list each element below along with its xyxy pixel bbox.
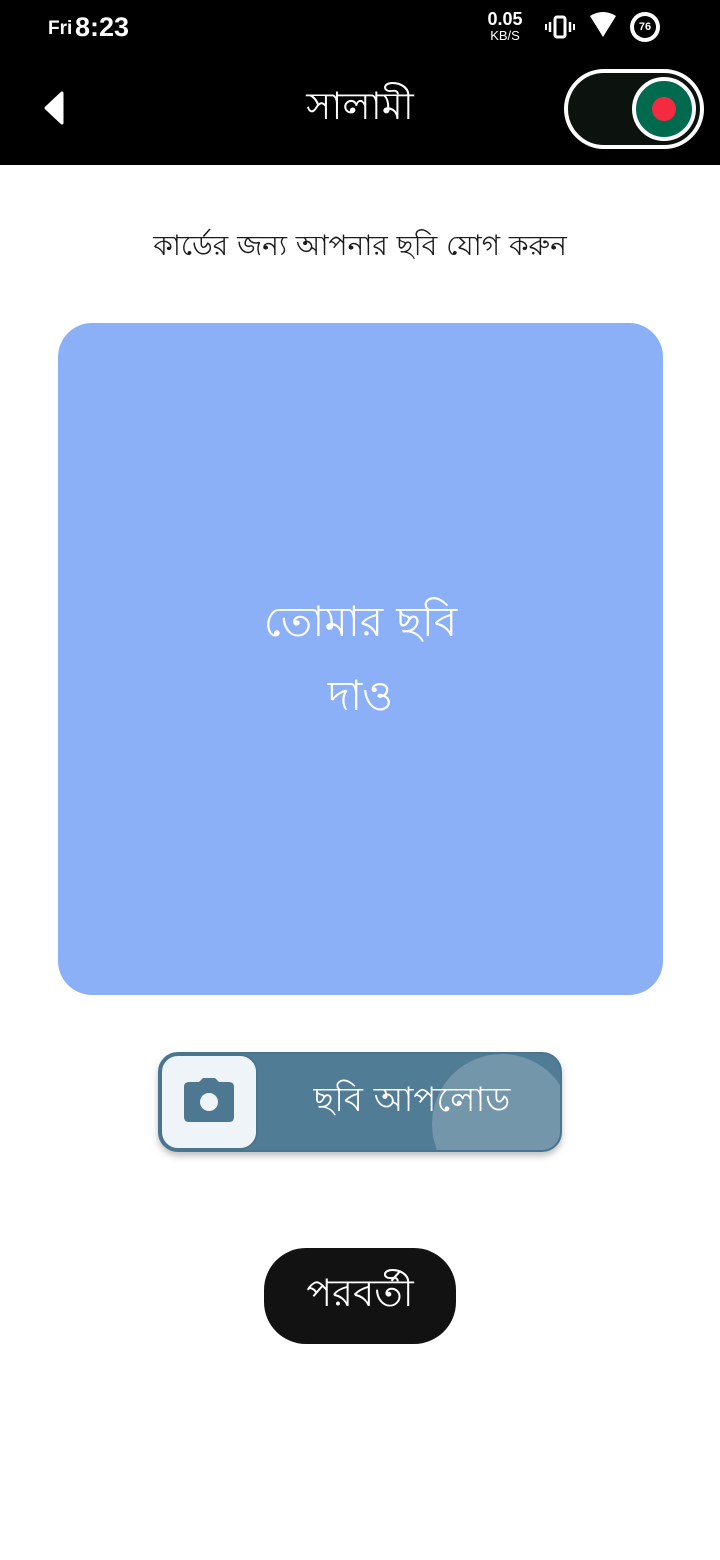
back-arrow-icon xyxy=(42,91,66,129)
upload-photo-button[interactable]: ছবি আপলোড xyxy=(158,1052,562,1152)
status-bar: Fri 8:23 0.05 KB/S 76 xyxy=(0,0,720,56)
photo-placeholder-line-1: তোমার ছবি xyxy=(263,597,458,646)
battery-icon: 76 xyxy=(630,12,660,42)
upload-icon-box xyxy=(160,1054,258,1150)
upload-button-label: ছবি আপলোড xyxy=(313,1079,511,1120)
app-bar: সালামী xyxy=(0,56,720,165)
vibrate-icon xyxy=(545,14,575,44)
battery-level: 76 xyxy=(634,16,656,38)
instruction-text: কার্ডের জন্য আপনার ছবি যোগ করুন xyxy=(153,229,567,262)
photo-placeholder-box[interactable]: তোমার ছবি দাও xyxy=(58,323,663,995)
flag-toggle-switch[interactable] xyxy=(564,69,704,149)
camera-icon xyxy=(183,1078,235,1126)
status-day: Fri xyxy=(48,18,73,39)
bangladesh-flag-icon xyxy=(632,77,696,141)
wifi-icon xyxy=(589,12,617,42)
network-speed: 0.05 KB/S xyxy=(482,10,528,42)
status-time: 8:23 xyxy=(75,12,130,42)
page-title: সালামী xyxy=(306,84,414,128)
network-speed-value: 0.05 xyxy=(487,9,523,29)
photo-placeholder-text: তোমার ছবি দাও xyxy=(241,585,481,733)
next-button[interactable]: পরবর্তী xyxy=(264,1248,456,1344)
back-button[interactable] xyxy=(30,86,78,134)
photo-placeholder-line-2: দাও xyxy=(327,671,394,720)
network-speed-unit: KB/S xyxy=(490,28,520,43)
flag-red-disc xyxy=(652,97,676,121)
